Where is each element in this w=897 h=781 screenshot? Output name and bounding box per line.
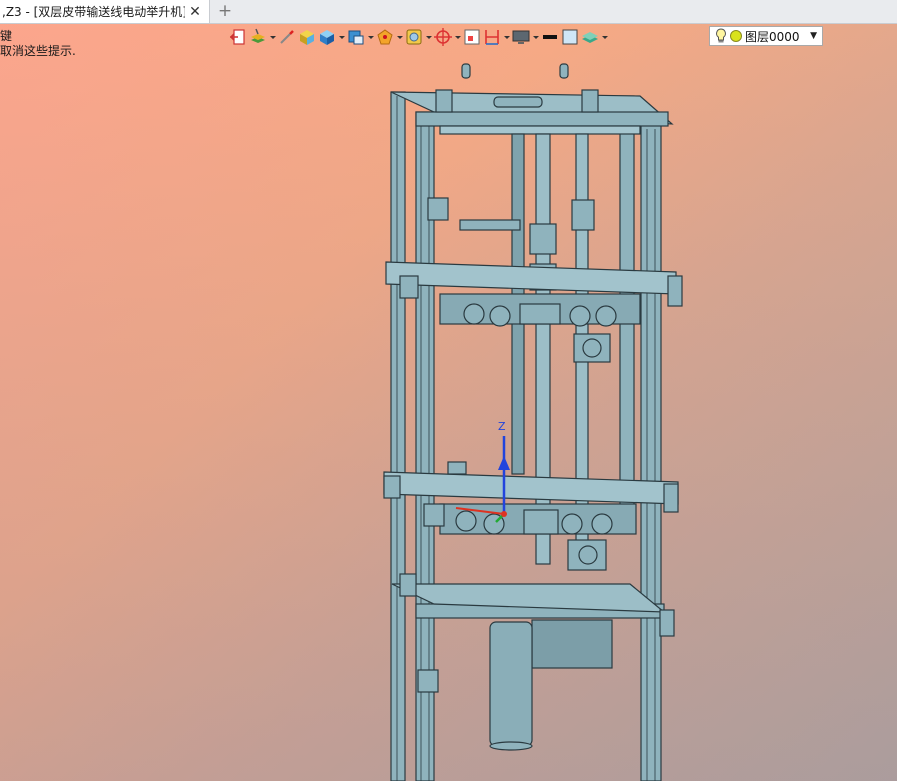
layer-stack-icon xyxy=(582,32,598,43)
display-filter-icon xyxy=(406,29,422,45)
frame-icon xyxy=(464,29,480,45)
toolbar-item-shaded[interactable] xyxy=(297,26,317,48)
toolbar-item-render[interactable] xyxy=(375,26,404,48)
exit-sketch-icon xyxy=(229,29,245,45)
layer-name: 图层0000 xyxy=(745,29,800,44)
toolbar-item-layers-paint[interactable] xyxy=(248,26,277,48)
lift-machine-model[interactable]: Z xyxy=(0,24,897,781)
chevron-down-icon[interactable]: ▼ xyxy=(810,31,817,41)
chevron-down-icon[interactable] xyxy=(366,27,375,47)
render-mode-icon xyxy=(377,29,393,45)
close-icon[interactable]: ✕ xyxy=(185,4,205,20)
motor-cylinder xyxy=(489,621,533,747)
top-front-beam xyxy=(415,111,669,127)
line-style-icon xyxy=(543,35,557,39)
tab-bar: ,Z3 - [双层皮带输送线电动举升机] ✕ + xyxy=(0,0,897,24)
lightbulb-icon xyxy=(716,28,726,43)
chevron-down-icon[interactable] xyxy=(395,27,404,47)
toolbar-item-blue-cube[interactable] xyxy=(317,26,346,48)
chevron-down-icon[interactable] xyxy=(424,27,433,47)
graphics-viewport[interactable]: 键 取消这些提示. 图层0000 ▼ Z xyxy=(0,24,897,781)
view-cube-icon xyxy=(348,30,364,45)
shaded-cube-icon xyxy=(300,30,314,45)
document-tab[interactable]: ,Z3 - [双层皮带输送线电动举升机] ✕ xyxy=(0,0,210,23)
dimension-icon xyxy=(485,30,499,45)
front-right-post xyxy=(640,123,662,781)
toolbar-item-view-cube[interactable] xyxy=(346,26,375,48)
chevron-down-icon[interactable] xyxy=(337,27,346,47)
hint-line-1: 键 xyxy=(0,29,13,43)
toolbar-item-dimension[interactable] xyxy=(482,26,511,48)
chevron-down-icon[interactable] xyxy=(531,27,540,47)
toolbar-item-target[interactable] xyxy=(433,26,462,48)
rear-left-post xyxy=(390,91,406,781)
toolbar-item-line-style[interactable] xyxy=(540,26,560,48)
toolbar-item-frame[interactable] xyxy=(462,26,482,48)
toolbar-item-monitor[interactable] xyxy=(511,26,540,48)
monitor-icon xyxy=(512,30,530,44)
layer-dropdown[interactable]: 图层0000 ▼ xyxy=(709,26,823,46)
axis-label-z: Z xyxy=(498,420,506,433)
target-crosshair-icon xyxy=(434,28,452,46)
color-swatch-icon xyxy=(562,29,578,45)
new-tab-icon[interactable]: + xyxy=(214,0,236,23)
toolbar-item-color[interactable] xyxy=(560,26,580,48)
top-inner-frame xyxy=(439,125,641,135)
layer-color-dot xyxy=(730,30,742,42)
blue-cube-icon xyxy=(320,30,334,45)
toolbar-item-exit[interactable] xyxy=(228,26,248,48)
chevron-down-icon[interactable] xyxy=(453,27,462,47)
chevron-down-icon[interactable] xyxy=(600,27,609,47)
hint-line-2: 取消这些提示. xyxy=(0,44,76,58)
layers-paint-icon xyxy=(251,28,265,43)
toolbar-item-magic[interactable] xyxy=(277,26,297,48)
magic-wand-icon xyxy=(280,30,294,44)
view-toolbar xyxy=(228,26,609,48)
toolbar-item-filter[interactable] xyxy=(404,26,433,48)
chevron-down-icon[interactable] xyxy=(268,27,277,47)
toolbar-item-layer-stack[interactable] xyxy=(580,26,609,48)
viewport-hint: 键 取消这些提示. xyxy=(0,29,76,59)
chevron-down-icon[interactable] xyxy=(502,27,511,47)
motor-body xyxy=(531,619,613,669)
document-tab-title: ,Z3 - [双层皮带输送线电动举升机] xyxy=(2,5,185,19)
